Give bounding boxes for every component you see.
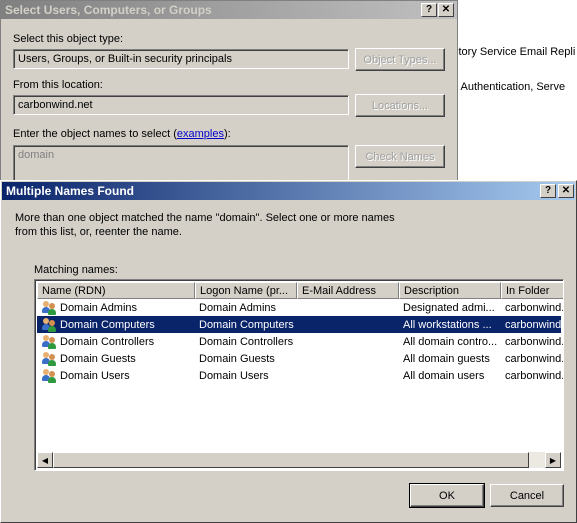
logon-cell: Domain Guests xyxy=(199,352,275,365)
description-cell: All domain guests xyxy=(403,352,490,365)
horizontal-scrollbar[interactable]: ◀ ▶ xyxy=(37,452,561,468)
column-header-email[interactable]: E-Mail Address xyxy=(297,282,399,299)
multiple-names-dialog: Multiple Names Found ? ✕ More than one o… xyxy=(0,180,577,523)
folder-cell: carbonwind.n xyxy=(505,318,563,331)
enter-names-label-pre: Enter the object names to select ( xyxy=(13,128,177,140)
multi-message-line1: More than one object matched the name "d… xyxy=(15,212,395,224)
list-rows: Domain Admins Domain Admins Designated a… xyxy=(37,299,563,384)
name-cell: Domain Admins xyxy=(37,300,195,315)
locations-button[interactable]: Locations... xyxy=(355,94,445,117)
group-icon xyxy=(41,334,57,349)
table-row[interactable]: Domain Guests Domain Guests All domain g… xyxy=(37,350,563,367)
select-dialog-title: Select Users, Computers, or Groups xyxy=(5,3,212,17)
group-icon xyxy=(41,368,57,383)
location-label: From this location: xyxy=(13,79,103,91)
group-icon xyxy=(41,317,57,332)
examples-link[interactable]: examples xyxy=(177,128,224,140)
object-types-button[interactable]: Object Types... xyxy=(355,48,445,71)
table-row[interactable]: Domain Users Domain Users All domain use… xyxy=(37,367,563,384)
logon-cell: Domain Controllers xyxy=(199,335,294,348)
column-header-description[interactable]: Description xyxy=(399,282,501,299)
scroll-thumb[interactable] xyxy=(53,452,529,468)
logon-cell: Domain Admins xyxy=(199,301,277,314)
location-field: carbonwind.net xyxy=(13,95,349,115)
multi-dialog-title: Multiple Names Found xyxy=(6,184,135,198)
folder-cell: carbonwind.n xyxy=(505,301,563,314)
table-row[interactable]: Domain Admins Domain Admins Designated a… xyxy=(37,299,563,316)
cancel-button[interactable]: Cancel xyxy=(490,484,564,507)
column-header-logon[interactable]: Logon Name (pr... xyxy=(195,282,297,299)
name-text: Domain Computers xyxy=(60,318,155,331)
description-cell: All domain contro... xyxy=(403,335,498,348)
folder-cell: carbonwind.n xyxy=(505,369,563,382)
table-row-selected[interactable]: Domain Computers Domain Computers All wo… xyxy=(37,316,563,333)
ok-button[interactable]: OK xyxy=(409,483,485,508)
name-text: Domain Admins xyxy=(60,301,138,314)
scroll-left-arrow-icon[interactable]: ◀ xyxy=(37,452,53,468)
matching-names-list[interactable]: Name (RDN) Logon Name (pr... E-Mail Addr… xyxy=(34,279,564,471)
table-row[interactable]: Domain Controllers Domain Controllers Al… xyxy=(37,333,563,350)
logon-cell: Domain Users xyxy=(199,369,269,382)
enter-names-label: Enter the object names to select (exampl… xyxy=(13,128,231,140)
multi-message-line2: from this list, or, reenter the name. xyxy=(15,226,182,238)
name-cell: Domain Guests xyxy=(37,351,195,366)
description-cell: All workstations ... xyxy=(403,318,492,331)
description-cell: All domain users xyxy=(403,369,485,382)
multi-dialog-help-button[interactable]: ? xyxy=(540,184,556,198)
check-names-button[interactable]: Check Names xyxy=(355,145,445,168)
object-type-field: Users, Groups, or Built-in security prin… xyxy=(13,49,349,69)
select-users-dialog: Select Users, Computers, or Groups ? ✕ S… xyxy=(0,0,458,186)
name-text: Domain Users xyxy=(60,369,130,382)
name-cell: Domain Users xyxy=(37,368,195,383)
select-dialog-close-button[interactable]: ✕ xyxy=(438,3,454,17)
group-icon xyxy=(41,300,57,315)
column-header-folder[interactable]: In Folder xyxy=(501,282,563,299)
description-cell: Designated admi... xyxy=(403,301,495,314)
scroll-right-arrow-icon[interactable]: ▶ xyxy=(545,452,561,468)
enter-names-label-post: ): xyxy=(223,128,231,140)
multi-dialog-titlebar[interactable]: Multiple Names Found ? ✕ xyxy=(2,182,575,200)
select-dialog-titlebar[interactable]: Select Users, Computers, or Groups ? ✕ xyxy=(1,1,457,19)
select-dialog-help-button[interactable]: ? xyxy=(421,3,437,17)
background-window-text-2: t Authentication, Serve xyxy=(455,81,566,93)
background-window-text-1: ctory Service Email Repli xyxy=(453,46,576,58)
folder-cell: carbonwind.n xyxy=(505,352,563,365)
group-icon xyxy=(41,351,57,366)
matching-names-label: Matching names: xyxy=(34,264,118,276)
name-text: Domain Guests xyxy=(60,352,136,365)
list-header: Name (RDN) Logon Name (pr... E-Mail Addr… xyxy=(37,282,563,299)
name-cell: Domain Computers xyxy=(37,317,195,332)
column-header-name[interactable]: Name (RDN) xyxy=(37,282,195,299)
name-cell: Domain Controllers xyxy=(37,334,195,349)
multi-dialog-close-button[interactable]: ✕ xyxy=(558,184,574,198)
logon-cell: Domain Computers xyxy=(199,318,294,331)
object-names-field[interactable]: domain xyxy=(13,145,349,185)
name-text: Domain Controllers xyxy=(60,335,155,348)
object-type-label: Select this object type: xyxy=(13,33,124,45)
folder-cell: carbonwind.n xyxy=(505,335,563,348)
